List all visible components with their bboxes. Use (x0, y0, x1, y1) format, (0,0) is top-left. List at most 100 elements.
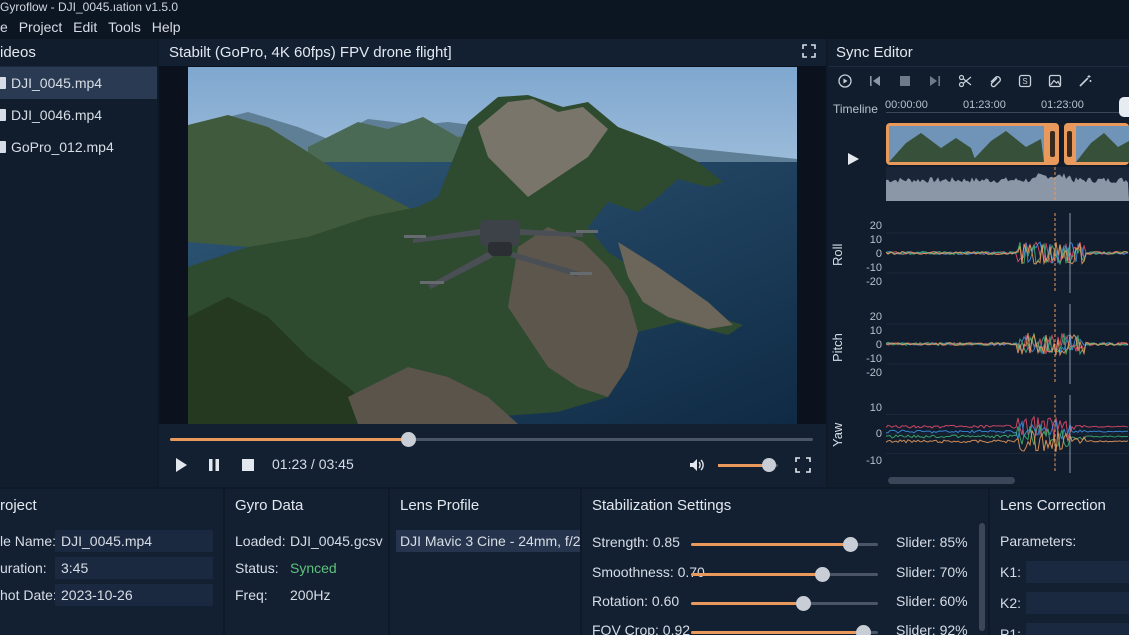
y-tick: 20 (869, 311, 882, 323)
k1-field[interactable] (1026, 561, 1129, 583)
status-badge: Synced (290, 560, 337, 576)
menu-project[interactable]: Project (19, 17, 63, 37)
timecode: 01:23 / 03:45 (272, 456, 354, 472)
stop-icon[interactable] (240, 457, 256, 473)
seek-handle[interactable] (400, 432, 416, 447)
slider-fill (691, 602, 804, 605)
playhead-handle[interactable] (1119, 97, 1129, 117)
play-icon[interactable] (846, 152, 860, 166)
clip-strip[interactable] (886, 123, 1129, 165)
scissors-icon[interactable] (958, 74, 972, 88)
lens-correction-header: Lens Correction (1000, 497, 1106, 514)
timeline-label: Timeline (833, 102, 878, 116)
slider-readout: Slider: 85% (896, 534, 968, 550)
play-circle-icon[interactable] (838, 74, 852, 88)
video-item[interactable]: DJI_0046.mp4 (0, 99, 157, 131)
slider-handle[interactable] (842, 537, 858, 552)
svg-text:S: S (1022, 77, 1027, 86)
smoothness-slider[interactable] (691, 567, 878, 582)
slider-handle[interactable] (814, 567, 830, 582)
slider-handle[interactable] (796, 596, 812, 611)
seek-progress (170, 438, 408, 441)
file-icon (0, 77, 6, 89)
timeline-scrollbar[interactable] (888, 477, 1015, 484)
y-tick: 10 (869, 234, 882, 246)
slider-readout: Slider: 60% (896, 593, 968, 609)
gyro-data-panel: Gyro Data Loaded: DJI_0045.gcsv Status: … (225, 489, 388, 635)
paperclip-icon[interactable] (988, 74, 1002, 88)
file-icon (0, 109, 6, 121)
lens-profile-panel: Lens Profile DJI Mavic 3 Cine - 24mm, f/… (390, 489, 580, 635)
y-tick: -10 (866, 353, 882, 365)
menu-help[interactable]: Help (152, 17, 181, 37)
fov-crop-slider[interactable] (691, 625, 878, 635)
stabilization-scrollbar[interactable] (979, 523, 985, 631)
rotation-slider[interactable] (691, 596, 878, 611)
window-title: Gyroflow - DJI_0045.ıation v1.5.0 (0, 0, 1129, 17)
menu-file[interactable]: e (0, 17, 8, 37)
fullscreen-icon[interactable] (795, 457, 811, 473)
y-tick: -10 (866, 262, 882, 274)
status-label: Status: (235, 560, 279, 576)
stabilization-header: Stabilization Settings (592, 497, 732, 514)
lens-profile-item[interactable]: DJI Mavic 3 Cine - 24mm, f/2.8 (396, 530, 580, 552)
p1-field[interactable] (1026, 623, 1129, 635)
stabilization-panel: Stabilization Settings Strength: 0.85 Sl… (582, 489, 988, 635)
sync-icon[interactable]: S (1018, 74, 1032, 88)
menu-edit[interactable]: Edit (73, 17, 97, 37)
player-panel: Stabilt (GoPro, 4K 60fps) FPV drone flig… (159, 39, 826, 487)
timeline-ruler[interactable] (886, 112, 1129, 116)
yaw-plot (886, 395, 1129, 473)
yaw-graph[interactable]: Yaw 10 0 -10 (828, 393, 1129, 473)
volume-icon[interactable] (689, 457, 705, 473)
slider-fill (691, 543, 850, 546)
pause-icon[interactable] (206, 457, 222, 473)
roll-graph[interactable]: Roll 20 10 0 -10 -20 (828, 209, 1129, 297)
sync-editor-panel: Sync Editor S Timeline 00:00:00 01:23:00… (828, 39, 1129, 487)
y-tick: -10 (866, 455, 882, 467)
video-item[interactable]: GoPro_012.mp4 (0, 131, 157, 163)
fov-crop-slider-row: FOV Crop: 0.92 Slider: 92% (592, 622, 982, 635)
videos-panel: ideos DJI_0045.mp4 DJI_0046.mp4 GoPro_01… (0, 39, 157, 487)
image-icon[interactable] (1048, 74, 1062, 88)
video-item-label: DJI_0045.mp4 (11, 75, 103, 91)
duration-field[interactable]: 3:45 (55, 557, 213, 579)
shot-date-field[interactable]: 2023-10-26 (55, 584, 213, 606)
player-controls: 01:23 / 03:45 (159, 424, 826, 487)
volume-slider[interactable] (718, 458, 778, 472)
k2-field[interactable] (1026, 592, 1129, 614)
project-panel: roject le Name: DJI_0045.mp4 uration: 3:… (0, 489, 223, 635)
slider-fill (691, 631, 864, 634)
project-header: roject (0, 497, 37, 514)
y-tick: -20 (866, 276, 882, 288)
roll-plot (886, 213, 1129, 293)
volume-handle[interactable] (762, 458, 776, 472)
y-tick: 10 (869, 402, 882, 414)
slider-readout: Slider: 70% (896, 564, 968, 580)
lens-profile-header: Lens Profile (400, 497, 480, 514)
play-icon[interactable] (173, 457, 189, 473)
parameters-label: Parameters: (1000, 533, 1077, 549)
pitch-graph[interactable]: Pitch 20 10 0 -10 -20 (828, 300, 1129, 388)
p1-label: P1: (1000, 626, 1022, 635)
skip-back-icon[interactable] (868, 74, 882, 88)
y-tick: 0 (875, 248, 882, 260)
strength-slider[interactable] (691, 537, 878, 552)
stop-icon[interactable] (898, 74, 912, 88)
magic-wand-icon[interactable] (1078, 74, 1092, 88)
timeline-tick: 01:23:00 (963, 99, 1006, 111)
motion-trace (886, 333, 1129, 357)
menu-tools[interactable]: Tools (108, 17, 141, 37)
fullscreen-icon[interactable] (802, 44, 816, 58)
seek-bar[interactable] (170, 432, 813, 447)
video-frame[interactable] (188, 67, 797, 424)
k2-label: K2: (1000, 595, 1022, 611)
y-tick: 0 (875, 339, 882, 351)
graph-label: Yaw (830, 422, 845, 447)
slider-handle[interactable] (856, 625, 872, 635)
rotation-slider-row: Rotation: 0.60 Slider: 60% (592, 593, 982, 613)
file-name-field[interactable]: DJI_0045.mp4 (55, 530, 213, 552)
video-item[interactable]: DJI_0045.mp4 (0, 67, 157, 99)
audio-waveform[interactable] (886, 167, 1129, 201)
skip-forward-icon[interactable] (928, 74, 942, 88)
